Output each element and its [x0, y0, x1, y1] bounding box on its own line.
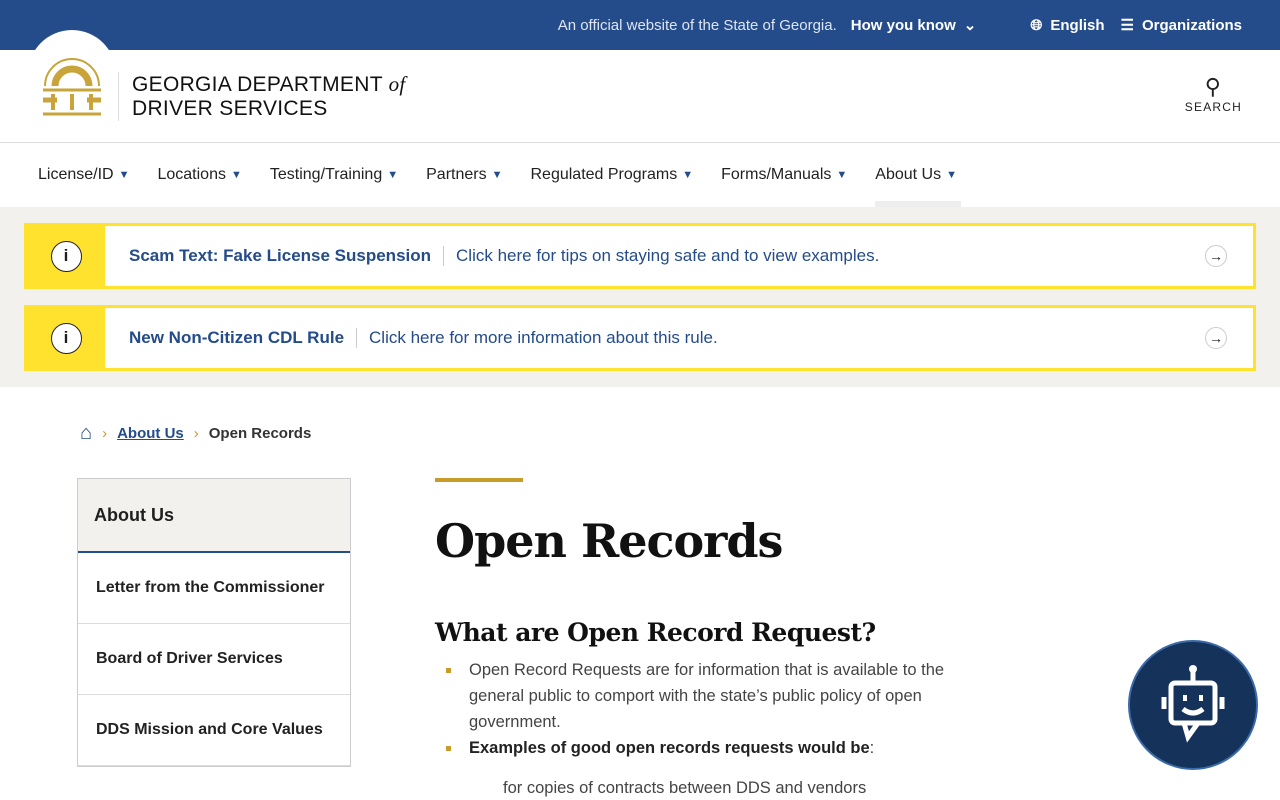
arrow-right-icon: →	[1205, 327, 1227, 349]
alert-scam-text[interactable]: i Scam Text: Fake License Suspension Cli…	[24, 223, 1256, 289]
chevron-down-icon: ▼	[491, 169, 503, 181]
nav-license-id[interactable]: License/ID ▼	[38, 143, 129, 207]
breadcrumb-current: Open Records	[208, 425, 312, 442]
official-banner: An official website of the State of Geor…	[0, 0, 1280, 50]
sidebar-heading[interactable]: About Us	[78, 479, 350, 553]
nav-label: Locations	[157, 166, 226, 183]
site-title[interactable]: GEORGIA DEPARTMENT of DRIVER SERVICES	[118, 72, 406, 121]
info-list: Open Record Requests are for information…	[435, 657, 975, 761]
main-nav: License/ID ▼ Locations ▼ Testing/Training ▼…	[0, 143, 1280, 207]
organizations-label: Organizations	[1141, 16, 1242, 34]
language-button[interactable]: 🌐︎ English	[1030, 17, 1104, 34]
brand-line-2: DRIVER SERVICES	[132, 97, 328, 120]
search-icon: ⚲	[1204, 74, 1223, 99]
list-item-suffix: :	[869, 739, 875, 757]
chatbot-button[interactable]	[1128, 640, 1258, 770]
nav-forms-manuals[interactable]: Forms/Manuals ▼	[721, 143, 847, 207]
arrow-right-icon: →	[1205, 245, 1227, 267]
chevron-down-icon: ▼	[118, 169, 130, 181]
info-icon: i	[50, 240, 82, 272]
alert-cdl-rule[interactable]: i New Non-Citizen CDL Rule Click here fo…	[24, 305, 1256, 371]
sidebar-item-mission[interactable]: DDS Mission and Core Values	[78, 695, 350, 766]
chevron-down-icon: ▼	[946, 169, 957, 181]
site-header: GEORGIA DEPARTMENT of DRIVER SERVICES ⚲ SE…	[0, 30, 1280, 143]
alert-description: Click here for more information about th…	[369, 328, 718, 347]
home-icon[interactable]: ⌂	[80, 422, 92, 445]
info-icon: i	[50, 322, 82, 354]
brand-of: of	[388, 72, 406, 96]
organizations-button[interactable]: ☰ Organizations	[1120, 16, 1242, 35]
nav-about-us[interactable]: About Us ▼	[875, 143, 961, 207]
nav-regulated-programs[interactable]: Regulated Programs ▼	[530, 143, 693, 207]
breadcrumb: ⌂ › About Us › Open Records	[80, 422, 311, 445]
chevron-right-icon: ›	[102, 425, 108, 442]
page-title: Open Records	[435, 514, 783, 568]
breadcrumb-about-us[interactable]: About Us	[117, 425, 184, 442]
chevron-down-icon: ▼	[230, 169, 242, 181]
sidebar-item-letter[interactable]: Letter from the Commissioner	[78, 553, 350, 624]
search-label: SEARCH	[1184, 100, 1242, 114]
chevron-right-icon: ›	[193, 425, 199, 442]
section-heading: What are Open Record Request?	[435, 618, 876, 647]
sidebar-nav: About Us Letter from the Commissioner Bo…	[77, 478, 351, 767]
language-label: English	[1050, 16, 1105, 34]
title-accent-rule	[435, 478, 523, 482]
sub-list-item: for copies of contracts between DDS and …	[503, 779, 867, 797]
nav-label: About Us	[875, 166, 942, 183]
nav-label: Partners	[426, 166, 487, 183]
georgia-seal-logo[interactable]	[28, 30, 116, 130]
official-text: An official website of the State of Geor…	[557, 16, 837, 34]
how-you-know-button[interactable]: How you know ⌄	[850, 16, 977, 35]
brand-line-1: GEORGIA DEPARTMENT	[132, 73, 383, 96]
search-button[interactable]: ⚲ SEARCH	[1185, 74, 1242, 114]
nav-partners[interactable]: Partners ▼	[426, 143, 502, 207]
how-you-know-label: How you know	[850, 16, 956, 34]
chevron-down-icon: ▼	[387, 169, 399, 181]
robot-icon	[1161, 665, 1225, 743]
nav-locations[interactable]: Locations ▼	[157, 143, 241, 207]
alerts-section: i Scam Text: Fake License Suspension Cli…	[0, 207, 1280, 387]
nav-label: Regulated Programs	[530, 166, 678, 183]
chevron-down-icon: ⌄	[963, 17, 977, 34]
nav-label: Testing/Training	[269, 166, 383, 183]
sidebar-item-board[interactable]: Board of Driver Services	[78, 624, 350, 695]
main-content: Open Records What are Open Record Reques…	[435, 478, 975, 798]
chevron-down-icon: ▼	[836, 169, 848, 181]
nav-testing-training[interactable]: Testing/Training ▼	[270, 143, 398, 207]
list-item: Examples of good open records requests w…	[435, 735, 975, 761]
list-item-bold: Examples of good open records requests w…	[469, 739, 870, 757]
list-icon: ☰	[1120, 17, 1134, 34]
list-item: Open Record Requests are for information…	[435, 657, 975, 735]
nav-label: License/ID	[38, 166, 114, 183]
globe-icon: 🌐︎	[1030, 16, 1043, 34]
chevron-down-icon: ▼	[682, 169, 694, 181]
alert-description: Click here for tips on staying safe and …	[456, 246, 880, 265]
info-icon-box: i	[27, 308, 105, 368]
alert-title: New Non-Citizen CDL Rule	[129, 328, 358, 348]
alert-title: Scam Text: Fake License Suspension	[129, 246, 445, 266]
info-icon-box: i	[27, 226, 105, 286]
nav-label: Forms/Manuals	[721, 166, 832, 183]
